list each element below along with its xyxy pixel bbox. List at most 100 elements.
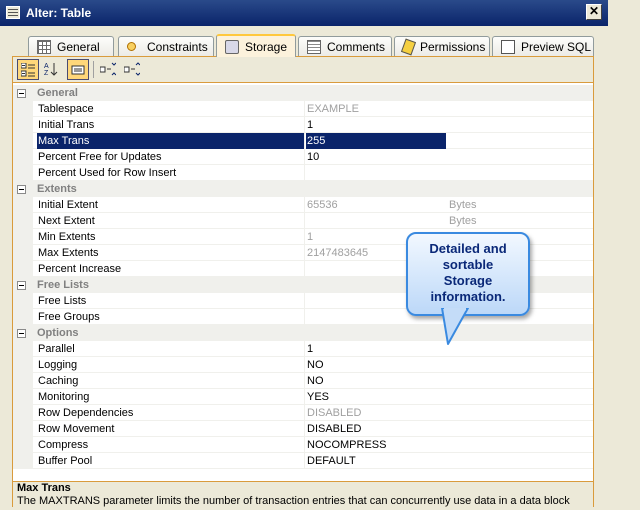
property-value[interactable]: EXAMPLE — [306, 101, 446, 117]
tab-comments[interactable]: Comments — [298, 36, 392, 56]
description-title: Max Trans — [17, 482, 71, 494]
property-value[interactable]: DEFAULT — [306, 453, 446, 469]
callout-tail — [441, 308, 469, 345]
property-row[interactable]: Monitoring YES — [13, 389, 593, 405]
property-row[interactable]: Parallel 1 — [13, 341, 593, 357]
tab-permissions[interactable]: Permissions — [394, 36, 490, 56]
property-row[interactable]: Compress NOCOMPRESS — [13, 437, 593, 453]
property-row[interactable]: Buffer Pool DEFAULT — [13, 453, 593, 469]
collapse-toggle-icon[interactable] — [17, 329, 26, 338]
row-gutter — [13, 357, 33, 373]
alphabetical-button[interactable]: A Z — [41, 59, 63, 80]
row-gutter — [13, 101, 33, 117]
property-name: Percent Free for Updates — [37, 149, 305, 165]
callout-bubble: Detailed and sortable Storage informatio… — [406, 232, 530, 316]
collapse-all-button[interactable] — [121, 59, 143, 80]
expand-all-button[interactable] — [97, 59, 119, 80]
tab-strip: General Constraints Storage Comments Per… — [12, 34, 598, 57]
property-name: Min Extents — [37, 229, 305, 245]
categorized-button[interactable] — [17, 59, 39, 80]
category-name: Options — [37, 327, 79, 339]
property-unit: Bytes — [449, 199, 477, 211]
property-name: Logging — [37, 357, 305, 373]
property-name: Initial Trans — [37, 117, 305, 133]
property-name: Monitoring — [37, 389, 305, 405]
expand-all-icon — [100, 62, 116, 76]
title-bar[interactable]: Alter: Table ✕ — [0, 0, 608, 26]
property-value[interactable]: 1 — [306, 341, 446, 357]
property-value[interactable] — [306, 213, 446, 229]
property-row[interactable]: Max Trans 255 — [13, 133, 593, 149]
property-row[interactable]: Percent Free for Updates 10 — [13, 149, 593, 165]
property-row[interactable]: Row Movement DISABLED — [13, 421, 593, 437]
categorized-icon — [21, 63, 35, 77]
property-value[interactable] — [306, 165, 446, 181]
row-gutter — [13, 261, 33, 277]
tab-preview-sql[interactable]: Preview SQL — [492, 36, 594, 56]
tab-label: Comments — [327, 39, 386, 54]
property-value[interactable]: 255 — [306, 133, 446, 149]
row-gutter — [13, 133, 33, 149]
collapse-toggle-icon[interactable] — [17, 185, 26, 194]
property-row[interactable]: Row Dependencies DISABLED — [13, 405, 593, 421]
property-row[interactable]: Caching NO — [13, 373, 593, 389]
property-value[interactable]: NO — [306, 357, 446, 373]
property-value[interactable]: NOCOMPRESS — [306, 437, 446, 453]
property-name: Percent Increase — [37, 261, 305, 277]
row-gutter — [13, 437, 33, 453]
close-button[interactable]: ✕ — [586, 4, 602, 20]
property-value[interactable]: 65536 — [306, 197, 446, 213]
property-toolbar: A Z — [13, 57, 593, 83]
property-pages-button[interactable] — [67, 59, 89, 80]
collapse-all-icon — [124, 62, 140, 76]
property-value[interactable]: 1 — [306, 117, 446, 133]
category-name: General — [37, 87, 78, 99]
property-value[interactable]: 10 — [306, 149, 446, 165]
property-unit: Bytes — [449, 215, 477, 227]
row-gutter — [13, 453, 33, 469]
callout-line: information. — [430, 289, 506, 304]
property-name: Free Groups — [37, 309, 305, 325]
category-row[interactable]: General — [13, 85, 593, 101]
property-name: Parallel — [37, 341, 305, 357]
tab-general[interactable]: General — [28, 36, 114, 56]
disk-icon — [225, 39, 239, 54]
callout-line: Detailed and — [429, 241, 507, 256]
category-row[interactable]: Extents — [13, 181, 593, 197]
property-row[interactable]: Initial Trans 1 — [13, 117, 593, 133]
callout-line: Storage — [443, 273, 493, 288]
property-row[interactable]: Initial Extent 65536 Bytes — [13, 197, 593, 213]
description-text: The MAXTRANS parameter limits the number… — [17, 495, 570, 507]
row-gutter — [13, 149, 33, 165]
property-value[interactable]: DISABLED — [306, 405, 446, 421]
collapse-toggle-icon[interactable] — [17, 89, 26, 98]
svg-text:A: A — [44, 63, 49, 70]
property-row[interactable]: Logging NO — [13, 357, 593, 373]
tab-label: Preview SQL — [521, 39, 592, 54]
row-gutter — [13, 293, 33, 309]
permission-icon — [400, 38, 417, 55]
property-name: Row Dependencies — [37, 405, 305, 421]
row-gutter — [13, 373, 33, 389]
collapse-toggle-icon[interactable] — [17, 281, 26, 290]
row-gutter — [13, 389, 33, 405]
property-row[interactable]: Percent Used for Row Insert — [13, 165, 593, 181]
property-name: Compress — [37, 437, 305, 453]
tab-constraints[interactable]: Constraints — [118, 36, 214, 56]
property-row[interactable]: Tablespace EXAMPLE — [13, 101, 593, 117]
property-value[interactable]: DISABLED — [306, 421, 446, 437]
property-name: Max Extents — [37, 245, 305, 261]
window-frame-edge — [608, 0, 640, 510]
sql-icon — [501, 39, 515, 54]
row-gutter — [13, 341, 33, 357]
property-value[interactable]: YES — [306, 389, 446, 405]
property-pages-icon — [71, 65, 85, 75]
table-icon — [6, 6, 20, 19]
row-gutter — [13, 245, 33, 261]
tab-storage[interactable]: Storage — [216, 34, 296, 57]
row-gutter — [13, 117, 33, 133]
category-row[interactable]: Options — [13, 325, 593, 341]
alphabetical-sort-icon: A Z — [44, 63, 58, 76]
property-value[interactable]: NO — [306, 373, 446, 389]
property-row[interactable]: Next Extent Bytes — [13, 213, 593, 229]
